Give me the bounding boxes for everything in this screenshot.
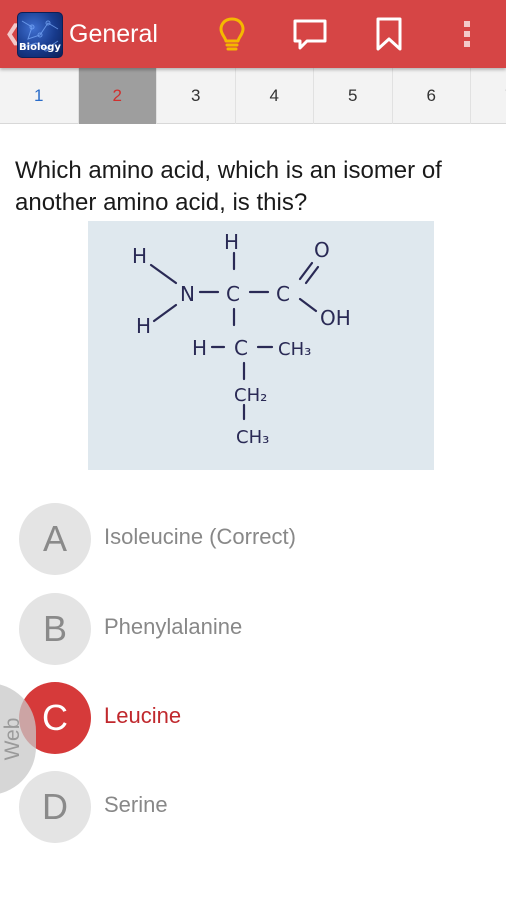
atom-h-top: H (224, 230, 239, 254)
tab-question-4[interactable]: 4 (236, 68, 314, 124)
atom-h-beta: H (192, 336, 207, 360)
atom-beta-carbon: C (234, 336, 248, 360)
answer-label-c: Leucine (104, 703, 182, 728)
group-methyl-2: CH₃ (236, 427, 269, 448)
atom-h-left-lower: H (136, 314, 151, 338)
group-methylene: CH₂ (234, 385, 267, 406)
structure-drawing: H H H N C C O OH H C CH₃ CH₂ CH₃ (132, 230, 351, 448)
app-icon-label: Biology (19, 42, 61, 53)
comment-icon[interactable] (290, 14, 330, 54)
lightbulb-icon[interactable] (212, 14, 252, 54)
atom-h-left-upper: H (132, 244, 147, 268)
app-icon[interactable]: Biology (17, 12, 63, 58)
action-bar: ❮ Biology General (0, 0, 506, 68)
atom-oxygen: O (314, 238, 330, 262)
tab-question-1[interactable]: 1 (0, 68, 79, 124)
answer-label-d: Serine (104, 792, 168, 817)
tab-question-6[interactable]: 6 (393, 68, 471, 124)
answer-option-d[interactable]: D Serine (0, 767, 506, 847)
screen: ❮ Biology General 1 2 3 4 5 6 Which amin… (0, 0, 506, 900)
atom-hydroxyl: OH (320, 306, 351, 330)
screen-title: General (69, 20, 158, 48)
group-methyl-1: CH₃ (278, 339, 311, 360)
tab-question-2[interactable]: 2 (78, 68, 157, 124)
web-side-tab-label: Web (1, 717, 24, 761)
tab-question-5[interactable]: 5 (314, 68, 393, 124)
atom-nitrogen: N (180, 282, 195, 306)
atom-alpha-carbon: C (226, 282, 240, 306)
answer-letter-a: A (19, 503, 91, 575)
question-tabs: 1 2 3 4 5 6 7 (0, 68, 506, 124)
tab-question-3[interactable]: 3 (157, 68, 236, 124)
answer-option-a[interactable]: A Isoleucine (Correct) (0, 499, 506, 579)
answer-letter-b: B (19, 593, 91, 665)
tab-question-7[interactable]: 7 (471, 68, 506, 124)
question-text: Which amino acid, which is an isomer of … (15, 157, 442, 216)
structure-image: H H H N C C O OH H C CH₃ CH₂ CH₃ (88, 221, 434, 470)
answer-option-c[interactable]: C Leucine (0, 678, 506, 758)
answer-label-b: Phenylalanine (104, 614, 243, 639)
atom-carboxyl-carbon: C (276, 282, 290, 306)
bookmark-icon[interactable] (369, 14, 409, 54)
answer-letter-d: D (19, 771, 91, 843)
answer-option-b[interactable]: B Phenylalanine (0, 589, 506, 669)
answer-label-a: Isoleucine (Correct) (104, 524, 296, 549)
overflow-menu-icon[interactable] (447, 14, 487, 54)
